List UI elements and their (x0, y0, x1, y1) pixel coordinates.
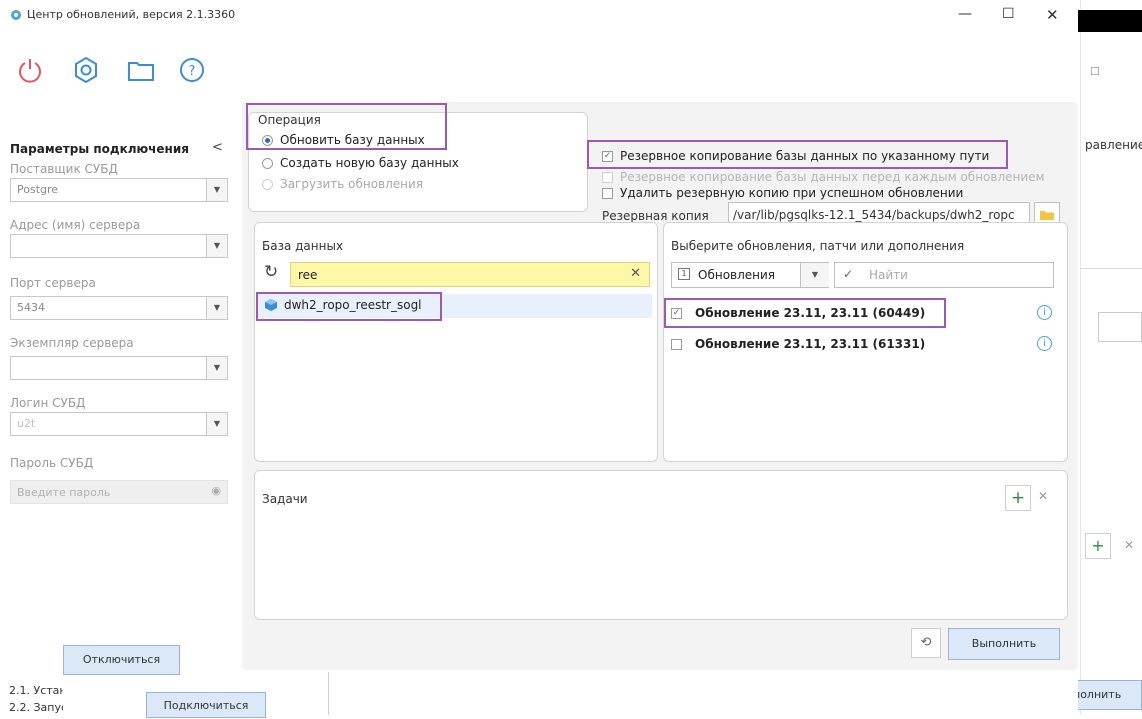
provider-label: Поставщик СУБД (10, 162, 118, 176)
instance-select[interactable]: ▼ (10, 356, 228, 380)
backup-path-checkbox[interactable]: ✓ (602, 151, 613, 162)
database-item-label: dwh2_ropo_reestr_sogl (284, 298, 422, 312)
history-button[interactable]: ⟲ (911, 628, 941, 658)
updates-title: Выберите обновления, патчи или дополнени… (671, 239, 965, 253)
eye-icon[interactable]: ◉ (211, 484, 221, 497)
refresh-icon[interactable]: ↻ (264, 262, 278, 282)
background-remove-button[interactable]: ✕ (1124, 538, 1134, 552)
radio-update-db-label: Обновить базу данных (280, 133, 425, 147)
update-checkbox[interactable]: ✓ (671, 308, 682, 319)
update-row[interactable]: Обновление 23.11, 23.11 (61331) i (666, 333, 1064, 357)
background-window (1080, 0, 1142, 715)
updates-filter-value: Обновления (698, 268, 776, 282)
chevron-down-icon: ▼ (206, 297, 227, 319)
radio-load-updates[interactable] (262, 179, 273, 190)
update-label: Обновление 23.11, 23.11 (60449) (695, 306, 926, 320)
updates-find-placeholder: Найти (869, 268, 908, 282)
provider-select[interactable]: Postgre ▼ (10, 178, 228, 202)
chevron-down-icon: ▼ (800, 263, 829, 287)
svg-text:?: ? (189, 64, 196, 79)
background-divider (1080, 268, 1142, 269)
password-field[interactable]: Введите пароль ◉ (10, 480, 228, 504)
provider-value: Postgre (17, 183, 59, 196)
background-add-button[interactable]: + (1085, 533, 1111, 559)
radio-create-db-label: Создать новую базу данных (280, 156, 459, 170)
backup-path-label: Резервное копирование базы данных по ука… (620, 149, 990, 163)
help-icon[interactable]: ? (178, 56, 206, 84)
port-select[interactable]: 5434 ▼ (10, 296, 228, 320)
update-label: Обновление 23.11, 23.11 (61331) (695, 337, 926, 351)
updates-filter-select[interactable]: 1 Обновления ▼ (671, 262, 829, 288)
radio-update-db[interactable] (262, 135, 273, 146)
radio-load-updates-label: Загрузить обновления (280, 177, 424, 191)
chevron-down-icon: ▼ (206, 413, 227, 435)
address-label: Адрес (имя) сервера (10, 218, 141, 232)
login-select[interactable]: u2t ▼ (10, 412, 228, 436)
address-select[interactable]: ▼ (10, 234, 228, 258)
app-icon (9, 8, 23, 22)
check-icon: ✓ (843, 267, 854, 281)
chevron-down-icon: ▼ (206, 179, 227, 201)
backup-before-update-checkbox[interactable] (602, 172, 613, 183)
database-search-value: ree (298, 268, 318, 282)
chevron-down-icon: ▼ (206, 235, 227, 257)
delete-backup-label: Удалить резервную копию при успешном обн… (620, 186, 964, 200)
log-line-2: 2.2. Запуск п (9, 701, 63, 714)
database-search-input[interactable]: ree ✕ (290, 262, 650, 287)
operation-label: Операция (258, 113, 321, 127)
port-value: 5434 (17, 301, 45, 314)
sidebar-collapse-button[interactable]: < (212, 140, 223, 155)
port-label: Порт сервера (10, 276, 96, 290)
tasks-panel (254, 470, 1068, 620)
chevron-down-icon: ▼ (206, 357, 227, 379)
database-icon (264, 298, 278, 312)
background-input[interactable] (1098, 312, 1142, 342)
calendar-icon: 1 (678, 268, 690, 280)
power-icon[interactable] (16, 56, 44, 84)
folder-icon[interactable] (126, 56, 156, 84)
login-label: Логин СУБД (10, 396, 86, 410)
instance-label: Экземпляр сервера (10, 336, 134, 350)
database-panel (254, 222, 658, 462)
background-menu-text: равление (1085, 138, 1142, 152)
database-title: База данных (262, 239, 344, 253)
background-titlebar-block (1078, 10, 1142, 32)
updates-find-input[interactable]: ✓ Найти (834, 262, 1054, 288)
info-icon[interactable]: i (1037, 336, 1052, 351)
sidebar-title: Параметры подключения (10, 142, 189, 156)
info-icon[interactable]: i (1037, 305, 1052, 320)
close-button[interactable]: ✕ (1046, 6, 1059, 24)
background-maximize-icon[interactable]: ☐ (1090, 65, 1100, 78)
gear-icon[interactable] (72, 56, 100, 84)
disconnect-button[interactable]: Отключиться (63, 645, 180, 675)
backup-before-update-label: Резервное копирование базы данных перед … (620, 170, 1045, 184)
delete-backup-checkbox[interactable] (602, 188, 613, 199)
connect-button[interactable]: Подключиться (146, 692, 266, 718)
content-bottom-divider (328, 672, 329, 715)
password-label: Пароль СУБД (10, 456, 94, 470)
maximize-button[interactable]: ☐ (1002, 6, 1015, 22)
update-row[interactable]: ✓ Обновление 23.11, 23.11 (60449) i (666, 302, 1064, 326)
add-task-button[interactable]: + (1005, 485, 1031, 511)
login-value: u2t (17, 417, 36, 430)
database-list-item[interactable]: dwh2_ropo_reestr_sogl (258, 294, 652, 318)
tasks-title: Задачи (262, 492, 308, 506)
window-title: Центр обновлений, версия 2.1.3360 (27, 8, 236, 21)
minimize-button[interactable]: — (958, 6, 972, 22)
clear-search-icon[interactable]: ✕ (630, 266, 641, 281)
password-placeholder: Введите пароль (17, 486, 111, 499)
radio-create-db[interactable] (262, 158, 273, 169)
backup-path-value: /var/lib/pgsqlks-12.1_5434/backups/dwh2_… (733, 208, 1015, 222)
backup-copy-label: Резервная копия (602, 209, 709, 223)
log-line-1: 2.1. Установ (9, 684, 63, 697)
execute-button[interactable]: Выполнить (948, 628, 1060, 660)
remove-task-button[interactable]: ✕ (1038, 489, 1048, 503)
update-checkbox[interactable] (671, 339, 682, 350)
